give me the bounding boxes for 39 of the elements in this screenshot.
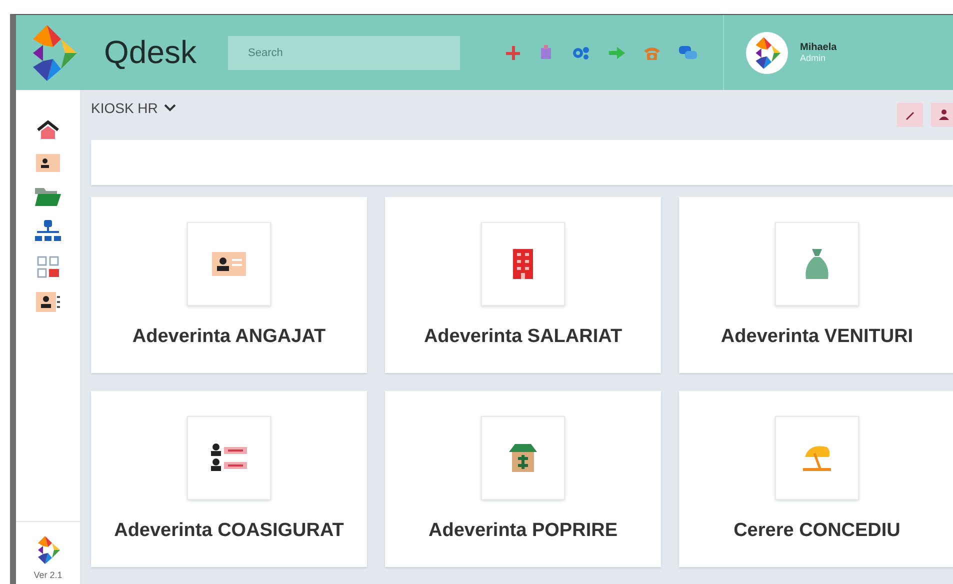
user-button[interactable] xyxy=(931,103,953,127)
version-label: Ver 2.1 xyxy=(34,570,62,580)
tile-label: Adeverinta COASIGURAT xyxy=(114,520,344,542)
org-chart-icon[interactable] xyxy=(35,220,61,242)
plus-icon[interactable] xyxy=(506,46,520,60)
app-title: Qdesk xyxy=(104,34,198,71)
module-dropdown[interactable]: KIOSK HR xyxy=(91,100,176,116)
tile-card[interactable]: Adeverinta VENITURI xyxy=(679,197,953,373)
chat-icon[interactable] xyxy=(679,46,697,60)
tile-label: Adeverinta VENITURI xyxy=(720,326,914,348)
gears-icon[interactable] xyxy=(572,46,590,60)
id-card-icon xyxy=(212,252,246,276)
person-icon xyxy=(938,109,950,121)
id-card-icon[interactable] xyxy=(36,154,60,172)
pencil-icon xyxy=(904,109,916,121)
user-role: Admin xyxy=(800,53,827,63)
tile-card[interactable]: Adeverinta ANGAJAT xyxy=(91,197,367,373)
tile-card[interactable]: Adeverinta SALARIAT xyxy=(385,197,661,373)
tile-label: Adeverinta SALARIAT xyxy=(424,326,622,348)
search-field[interactable]: Search xyxy=(228,36,460,70)
tile-card[interactable]: Adeverinta COASIGURAT xyxy=(91,391,367,567)
avatar[interactable] xyxy=(746,32,788,74)
tile-label: Adeverinta POPRIRE xyxy=(428,520,618,542)
money-box-icon xyxy=(509,444,537,472)
user-name: Mihaela xyxy=(800,42,837,53)
grid-icon[interactable] xyxy=(37,256,59,278)
people-list-icon xyxy=(211,443,247,473)
beach-umbrella-icon xyxy=(801,443,833,473)
home-icon[interactable] xyxy=(36,120,60,140)
tile-card[interactable]: Cerere CONCEDIU xyxy=(679,391,953,567)
money-bag-icon xyxy=(804,249,830,279)
tile-label: Adeverinta ANGAJAT xyxy=(132,326,326,348)
edit-button[interactable] xyxy=(897,103,923,127)
building-icon xyxy=(513,249,533,279)
contact-card-icon[interactable] xyxy=(36,292,60,312)
folder-icon[interactable] xyxy=(35,186,61,206)
tile-label: Cerere CONCEDIU xyxy=(734,520,900,542)
chevron-down-icon xyxy=(164,104,176,112)
tile-card[interactable]: Adeverinta POPRIRE xyxy=(385,391,661,567)
